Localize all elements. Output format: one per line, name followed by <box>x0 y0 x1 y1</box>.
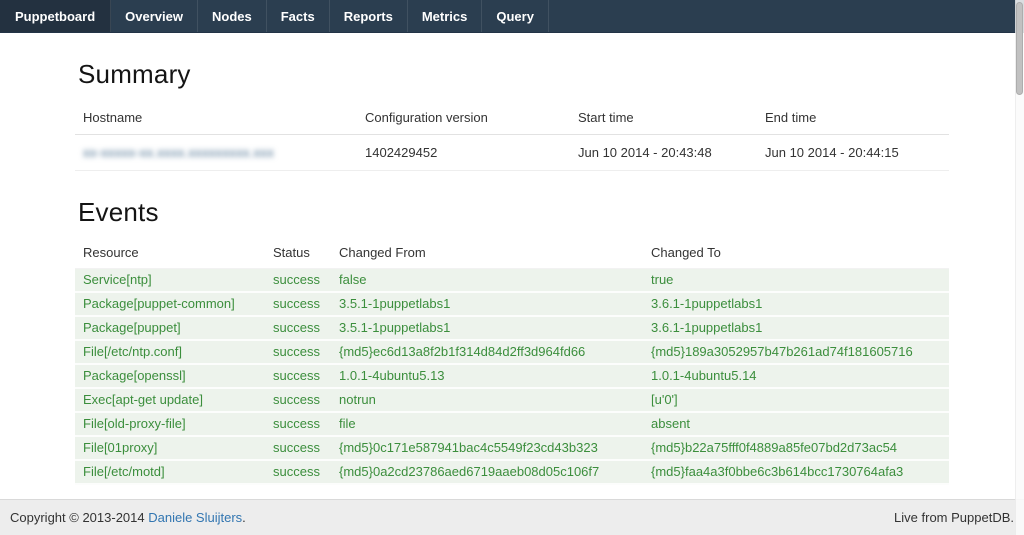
summary-table: Hostname Configuration version Start tim… <box>75 100 949 171</box>
resource-cell: File[/etc/ntp.conf] <box>75 340 265 364</box>
hostname-cell: xx-xxxxx-xx.xxxx.xxxxxxxxx.xxx <box>75 135 357 171</box>
events-col-changed-from: Changed From <box>331 238 643 269</box>
status-cell: success <box>265 292 331 316</box>
status-cell: success <box>265 269 331 293</box>
events-col-resource: Resource <box>75 238 265 269</box>
changed-to-cell: {md5}189a3052957b47b261ad74f181605716 <box>643 340 949 364</box>
changed-to-cell: 3.6.1-1puppetlabs1 <box>643 316 949 340</box>
table-row: Service[ntp] success false true <box>75 269 949 293</box>
summary-col-end-time: End time <box>757 100 949 135</box>
resource-cell: File[01proxy] <box>75 436 265 460</box>
changed-from-cell: file <box>331 412 643 436</box>
table-row: File[/etc/ntp.conf] success {md5}ec6d13a… <box>75 340 949 364</box>
changed-to-cell: 1.0.1-4ubuntu5.14 <box>643 364 949 388</box>
nav-item-reports[interactable]: Reports <box>330 0 408 32</box>
changed-to-cell: absent <box>643 412 949 436</box>
changed-from-cell: notrun <box>331 388 643 412</box>
changed-to-cell: {md5}b22a75fff0f4889a85fe07bd2d73ac54 <box>643 436 949 460</box>
resource-cell: Exec[apt-get update] <box>75 388 265 412</box>
changed-from-cell: {md5}0a2cd23786aed6719aaeb08d05c106f7 <box>331 460 643 484</box>
table-row: File[01proxy] success {md5}0c171e587941b… <box>75 436 949 460</box>
hostname-link-blurred[interactable]: xx-xxxxx-xx.xxxx.xxxxxxxxx.xxx <box>83 145 274 160</box>
copyright-prefix: Copyright © 2013-2014 <box>10 510 148 525</box>
summary-col-config-version: Configuration version <box>357 100 570 135</box>
table-row: Package[openssl] success 1.0.1-4ubuntu5.… <box>75 364 949 388</box>
changed-from-cell: {md5}ec6d13a8f2b1f314d84d2ff3d964fd66 <box>331 340 643 364</box>
status-cell: success <box>265 412 331 436</box>
summary-title: Summary <box>78 59 949 90</box>
events-col-status: Status <box>265 238 331 269</box>
main-content: Summary Hostname Configuration version S… <box>60 59 964 485</box>
changed-from-cell: 3.5.1-1puppetlabs1 <box>331 292 643 316</box>
changed-to-cell: true <box>643 269 949 293</box>
events-title: Events <box>78 197 949 228</box>
table-row: File[old-proxy-file] success file absent <box>75 412 949 436</box>
nav-item-nodes[interactable]: Nodes <box>198 0 267 32</box>
nav-item-metrics[interactable]: Metrics <box>408 0 483 32</box>
start-time-cell: Jun 10 2014 - 20:43:48 <box>570 135 757 171</box>
events-table: Resource Status Changed From Changed To … <box>75 238 949 485</box>
copyright-text: Copyright © 2013-2014 Daniele Sluijters. <box>10 500 246 535</box>
resource-cell: Service[ntp] <box>75 269 265 293</box>
nav-brand-puppetboard[interactable]: Puppetboard <box>0 0 111 32</box>
summary-data-row: xx-xxxxx-xx.xxxx.xxxxxxxxx.xxx 140242945… <box>75 135 949 171</box>
status-cell: success <box>265 340 331 364</box>
resource-cell: File[old-proxy-file] <box>75 412 265 436</box>
status-cell: success <box>265 364 331 388</box>
changed-to-cell: {md5}faa4a3f0bbe6c3b614bcc1730764afa3 <box>643 460 949 484</box>
summary-header-row: Hostname Configuration version Start tim… <box>75 100 949 135</box>
author-link[interactable]: Daniele Sluijters <box>148 510 242 525</box>
events-col-changed-to: Changed To <box>643 238 949 269</box>
changed-to-cell: 3.6.1-1puppetlabs1 <box>643 292 949 316</box>
page: Puppetboard Overview Nodes Facts Reports… <box>0 0 1024 535</box>
table-row: File[/etc/motd] success {md5}0a2cd23786a… <box>75 460 949 484</box>
config-version-cell: 1402429452 <box>357 135 570 171</box>
footer: Copyright © 2013-2014 Daniele Sluijters.… <box>0 499 1024 535</box>
nav-item-query[interactable]: Query <box>482 0 549 32</box>
changed-to-cell: [u'0'] <box>643 388 949 412</box>
changed-from-cell: 3.5.1-1puppetlabs1 <box>331 316 643 340</box>
resource-cell: Package[puppet-common] <box>75 292 265 316</box>
copyright-suffix: . <box>242 510 246 525</box>
resource-cell: Package[puppet] <box>75 316 265 340</box>
changed-from-cell: 1.0.1-4ubuntu5.13 <box>331 364 643 388</box>
summary-col-hostname: Hostname <box>75 100 357 135</box>
status-cell: success <box>265 436 331 460</box>
nav-item-overview[interactable]: Overview <box>111 0 198 32</box>
events-header-row: Resource Status Changed From Changed To <box>75 238 949 269</box>
status-cell: success <box>265 388 331 412</box>
summary-col-start-time: Start time <box>570 100 757 135</box>
end-time-cell: Jun 10 2014 - 20:44:15 <box>757 135 949 171</box>
table-row: Exec[apt-get update] success notrun [u'0… <box>75 388 949 412</box>
changed-from-cell: false <box>331 269 643 293</box>
changed-from-cell: {md5}0c171e587941bac4c5549f23cd43b323 <box>331 436 643 460</box>
table-row: Package[puppet-common] success 3.5.1-1pu… <box>75 292 949 316</box>
status-cell: success <box>265 460 331 484</box>
status-cell: success <box>265 316 331 340</box>
resource-cell: File[/etc/motd] <box>75 460 265 484</box>
scrollbar-track[interactable] <box>1015 0 1024 535</box>
resource-cell: Package[openssl] <box>75 364 265 388</box>
navbar: Puppetboard Overview Nodes Facts Reports… <box>0 0 1024 33</box>
nav-item-facts[interactable]: Facts <box>267 0 330 32</box>
puppetdb-status-text: Live from PuppetDB. <box>894 500 1014 535</box>
table-row: Package[puppet] success 3.5.1-1puppetlab… <box>75 316 949 340</box>
scrollbar-thumb[interactable] <box>1016 2 1023 95</box>
